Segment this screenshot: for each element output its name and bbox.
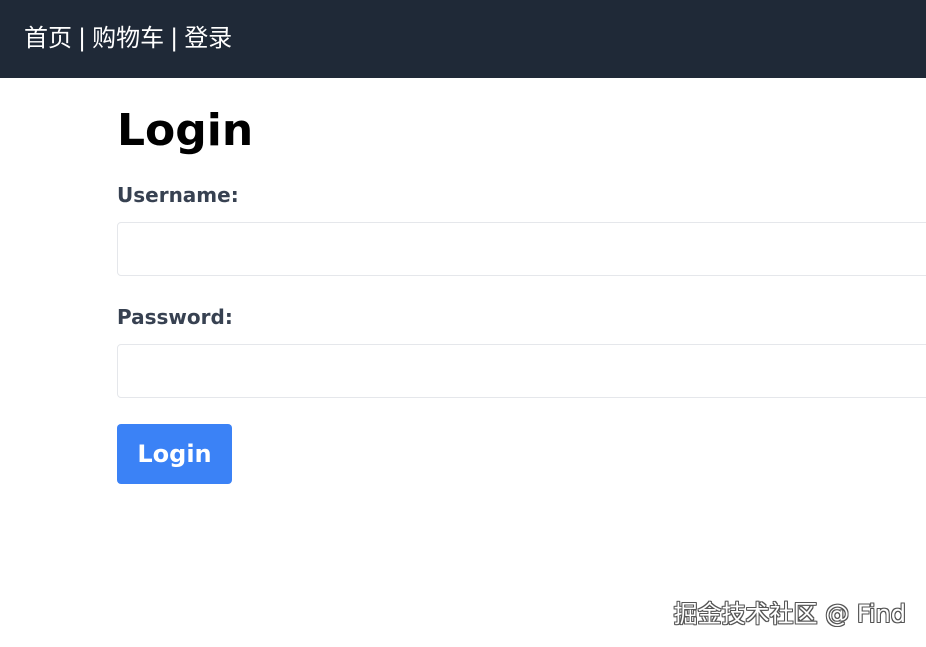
- username-label: Username:: [117, 183, 239, 207]
- username-input[interactable]: [117, 222, 926, 276]
- nav-link-home[interactable]: 首页: [24, 24, 72, 52]
- watermark-text: 掘金技术社区 @ Find: [673, 600, 906, 628]
- password-label: Password:: [117, 305, 233, 329]
- top-navbar: 首页 | 购物车 | 登录: [0, 0, 926, 78]
- login-button[interactable]: Login: [117, 424, 232, 484]
- page-title: Login: [117, 105, 254, 156]
- nav-links: 首页 | 购物车 | 登录: [24, 21, 232, 55]
- nav-separator: |: [170, 24, 179, 52]
- password-input[interactable]: [117, 344, 926, 398]
- nav-link-login[interactable]: 登录: [184, 24, 232, 52]
- nav-separator: |: [78, 24, 87, 52]
- nav-link-cart[interactable]: 购物车: [92, 24, 164, 52]
